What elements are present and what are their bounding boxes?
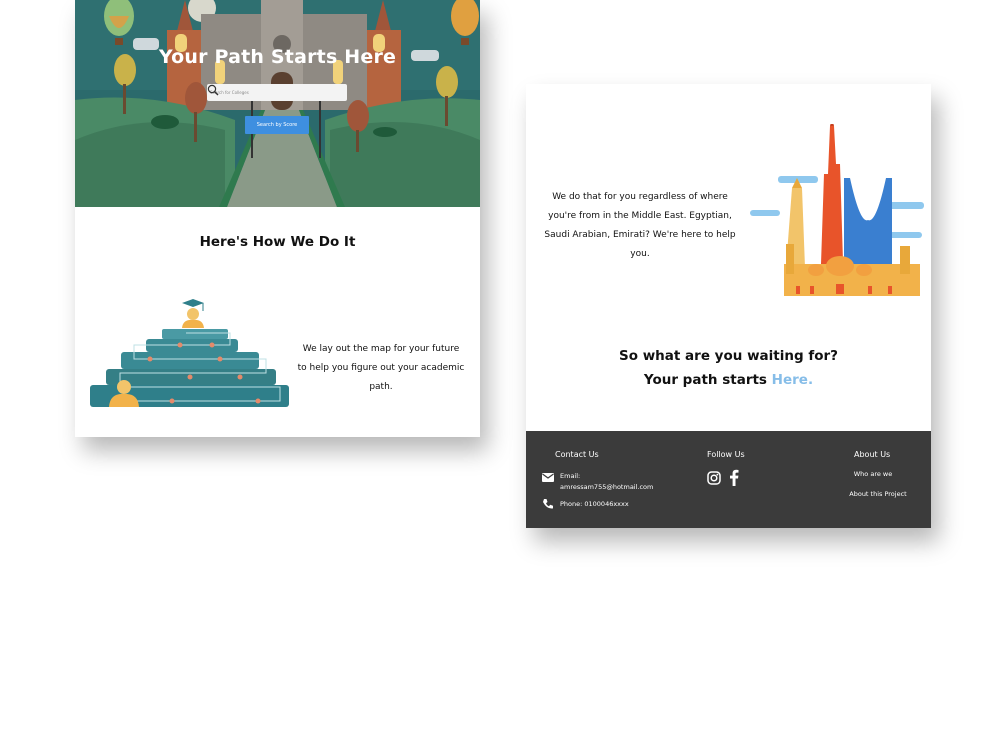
cta-here-link[interactable]: Here. [772,372,813,388]
footer: Contact Us Email: amressam755@hotmail.co… [526,431,931,528]
pyramid-steps-illustration [90,299,289,407]
who-are-we-link[interactable]: Who are we [838,470,908,478]
hero-section: Your Path Starts Here Search by Score [75,0,480,207]
middle-east-skyline-illustration [750,124,924,296]
how-description: We lay out the map for your future to he… [297,344,465,392]
contact-heading: Contact Us [555,450,599,459]
cta-line: Your path starts Here. [526,372,931,388]
cta-prefix: Your path starts [643,372,772,388]
cta-question: So what are you waiting for? [619,348,838,364]
email-address[interactable]: amressam755@hotmail.com [560,483,653,491]
how-section-title: Here's How We Do It [199,234,356,250]
search-by-score-button[interactable]: Search by Score [245,116,309,134]
email-icon [542,473,554,482]
email-label: Email: [560,472,581,480]
about-heading: About Us [854,450,891,459]
instagram-icon[interactable] [707,471,721,485]
phone-icon [543,499,553,509]
about-project-link[interactable]: About this Project [838,490,918,498]
phone-number: Phone: 0100046xxxx [560,500,629,508]
college-search-box [207,84,347,101]
follow-heading: Follow Us [707,450,745,459]
campus-illustration [75,0,480,207]
facebook-icon[interactable] [729,469,739,486]
hero-title: Your Path Starts Here [158,46,397,68]
about-page-card: We do that for you regardless of where y… [526,84,931,528]
landing-page-card: Your Path Starts Here Search by Score He… [75,0,480,437]
middle-east-description: We do that for you regardless of where y… [544,192,736,259]
search-input[interactable] [210,86,328,98]
search-icon[interactable] [207,84,219,96]
